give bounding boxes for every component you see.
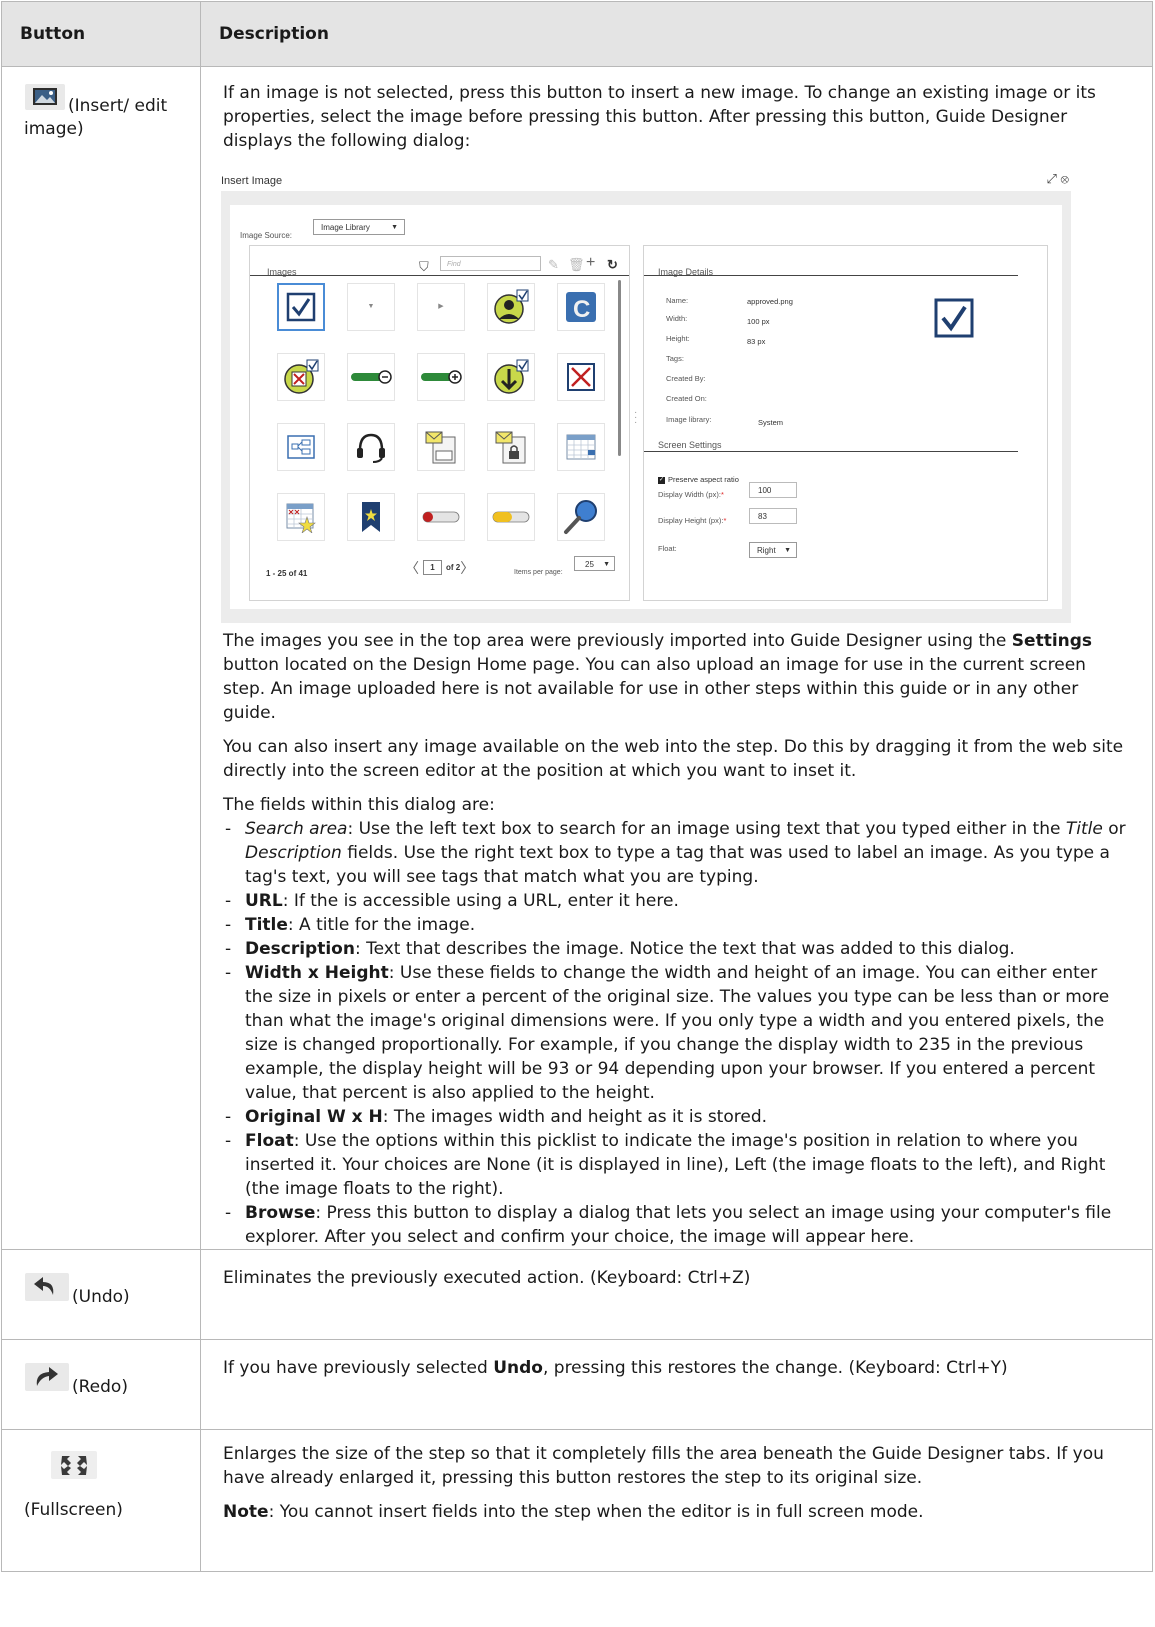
- detail-value: System: [758, 418, 784, 427]
- button-cell-insert-image: (Insert/ edit image): [1, 66, 201, 1250]
- list-item: Search area: Use the left text box to se…: [223, 817, 1130, 889]
- list-item: Float: Use the options within this pickl…: [223, 1129, 1130, 1201]
- button-cell-redo: (Redo): [1, 1339, 201, 1430]
- flowchart-icon[interactable]: [277, 423, 325, 471]
- items-per-page-label: Items per page:: [514, 569, 563, 576]
- button-reference-table: Button Description (Insert/ edit image) …: [1, 1, 1153, 1572]
- dialog-title: Insert Image: [221, 175, 283, 187]
- display-width-input[interactable]: 100: [749, 482, 797, 498]
- progress-minus-icon[interactable]: [347, 353, 395, 401]
- progress-plus-icon[interactable]: [417, 353, 465, 401]
- caret-down-icon: ▼: [784, 547, 791, 554]
- items-per-page-select[interactable]: 25 ▼: [574, 556, 615, 571]
- calendar-star-icon[interactable]: [277, 493, 325, 541]
- refresh-icon[interactable]: ↻: [607, 253, 618, 277]
- list-item: Browse: Press this button to display a d…: [223, 1201, 1130, 1249]
- details-title: Image Details: [658, 267, 714, 277]
- display-width-label: Display Width (px):: [658, 490, 721, 499]
- table-row-fullscreen: (Fullscreen) Enlarges the size of the st…: [1, 1429, 1153, 1572]
- find-input[interactable]: Find: [440, 256, 541, 271]
- screen-settings-title: Screen Settings: [658, 440, 722, 450]
- panel-splitter[interactable]: · · ·: [634, 408, 637, 428]
- table-row-redo: (Redo) If you have previously selected U…: [1, 1339, 1153, 1430]
- close-icon[interactable]: ⊗: [1061, 171, 1069, 186]
- image-icon: [24, 83, 66, 118]
- checkbox-checked-icon[interactable]: [277, 283, 325, 331]
- mail-document-icon[interactable]: [417, 423, 465, 471]
- fields-list: Search area: Use the left text box to se…: [223, 817, 1130, 1249]
- float-label: Float:: [658, 544, 677, 553]
- chevron-left-icon[interactable]: 〈: [405, 560, 419, 576]
- fullscreen-icon: [50, 1450, 182, 1487]
- calendar-icon[interactable]: [557, 423, 605, 471]
- scrollbar[interactable]: [618, 280, 621, 456]
- insert-para-2: You can also insert any image available …: [223, 737, 1124, 781]
- add-icon[interactable]: +: [586, 251, 595, 275]
- fullscreen-desc: Enlarges the size of the step so that it…: [223, 1444, 1104, 1488]
- checkbox-checked-icon: [934, 298, 974, 345]
- button-label-undo: (Undo): [72, 1287, 130, 1307]
- insert-image-dialog: Insert Image ⤢ ⊗ Image Source: Image Lib…: [221, 163, 1071, 623]
- redo-icon: [24, 1362, 70, 1399]
- pager-range: 1 - 25 of 41: [266, 569, 308, 578]
- delete-icon[interactable]: 🗑: [568, 253, 585, 277]
- images-panel-title: Images: [267, 267, 297, 277]
- button-cell-undo: (Undo): [1, 1249, 201, 1340]
- header-button: Button: [1, 1, 201, 67]
- edit-icon[interactable]: ✎: [548, 253, 559, 277]
- detail-value: 83 px: [747, 337, 766, 346]
- image-details-panel: Image Details Name: approved.png Width: …: [643, 245, 1048, 601]
- reject-checked-icon[interactable]: [277, 353, 325, 401]
- mail-lock-icon[interactable]: [487, 423, 535, 471]
- insert-intro: If an image is not selected, press this …: [223, 83, 1096, 151]
- insert-para-1: The images you see in the top area were …: [223, 631, 1093, 723]
- list-item: Title: A title for the image.: [223, 913, 1130, 937]
- table-row-undo: (Undo) Eliminates the previously execute…: [1, 1249, 1153, 1340]
- list-item: Original W x H: The images width and hei…: [223, 1105, 1130, 1129]
- description-cell-insert-image: If an image is not selected, press this …: [200, 66, 1153, 1250]
- fields-intro: The fields within this dialog are:: [223, 795, 495, 815]
- display-height-label: Display Height (px):: [658, 516, 724, 525]
- description-cell-undo: Eliminates the previously executed actio…: [200, 1249, 1153, 1340]
- button-cell-fullscreen: (Fullscreen): [1, 1429, 201, 1572]
- list-item: URL: If the is accessible using a URL, e…: [223, 889, 1130, 913]
- magnifier-icon[interactable]: [557, 493, 605, 541]
- description-cell-redo: If you have previously selected Undo, pr…: [200, 1339, 1153, 1430]
- caret-down-icon: ▼: [391, 224, 398, 231]
- download-check-icon[interactable]: [487, 353, 535, 401]
- list-item: Width x Height: Use these fields to chan…: [223, 961, 1130, 1105]
- fullscreen-note: Note: You cannot insert fields into the …: [223, 1502, 924, 1522]
- header-description: Description: [200, 1, 1153, 67]
- table-header-row: Button Description: [1, 1, 1153, 67]
- right-arrow-icon[interactable]: ▶: [417, 283, 465, 331]
- user-check-icon[interactable]: [487, 283, 535, 331]
- x-box-icon[interactable]: [557, 353, 605, 401]
- headset-icon[interactable]: [347, 423, 395, 471]
- bookmark-star-icon[interactable]: [347, 493, 395, 541]
- undo-icon: [24, 1272, 70, 1309]
- images-panel: Images ⛉ Find ✎ 🗑 + ↻ ▼ ▶ C 1 - 25 of 41…: [249, 245, 630, 601]
- image-source-select[interactable]: Image Library ▼: [313, 219, 405, 235]
- table-row-insert-image: (Insert/ edit image) If an image is not …: [1, 66, 1153, 1250]
- page-of-label: of 2: [446, 563, 461, 573]
- chevron-right-icon[interactable]: 〉: [460, 560, 474, 576]
- float-select[interactable]: Right ▼: [749, 542, 797, 558]
- expand-icon[interactable]: ⤢: [1046, 171, 1056, 186]
- svg-text:C: C: [573, 296, 590, 323]
- progress-yellow-icon[interactable]: [487, 493, 535, 541]
- list-item: Description: Text that describes the ima…: [223, 937, 1130, 961]
- pager: 1 - 25 of 41 〈 1 of 2〉 Items per page: 25 ▼: [250, 550, 629, 600]
- c-logo-icon[interactable]: C: [557, 283, 605, 331]
- description-cell-fullscreen: Enlarges the size of the step so that it…: [200, 1429, 1153, 1572]
- progress-red-icon[interactable]: [417, 493, 465, 541]
- button-label-redo: (Redo): [72, 1377, 128, 1397]
- detail-key: Image library:: [666, 415, 712, 424]
- display-height-input[interactable]: 83: [749, 508, 797, 524]
- button-label-fullscreen: (Fullscreen): [24, 1500, 123, 1520]
- page-input[interactable]: 1: [423, 560, 442, 576]
- caret-down-icon: ▼: [603, 561, 610, 568]
- dropdown-arrow-icon[interactable]: ▼: [347, 283, 395, 331]
